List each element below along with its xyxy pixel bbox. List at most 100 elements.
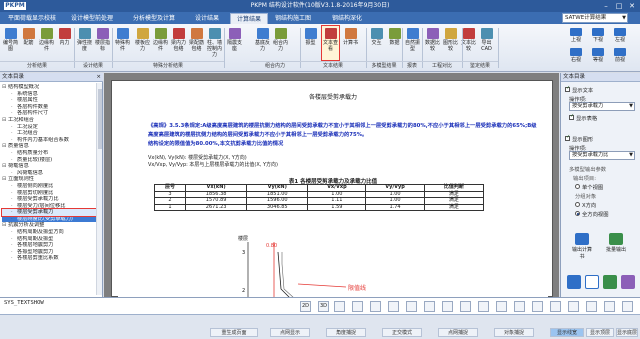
ribbon-button-7[interactable]: 楼板应力 (134, 26, 151, 60)
ribbon-button-18[interactable]: 交互 (368, 26, 385, 60)
ribbon-button-6[interactable]: 特殊构件 (114, 26, 131, 60)
ribbon-button-10[interactable]: 梁配筋包络 (188, 26, 205, 60)
status-toggle-5[interactable]: 对象捕捉 (494, 328, 534, 337)
output-button-1[interactable]: 批量输出 (605, 233, 627, 255)
status-toggle-7[interactable]: 显示顶层 (586, 328, 614, 337)
status-toggle-0[interactable]: 重生成页面 (210, 328, 258, 337)
ribbon-button-16[interactable]: 文本查看 (321, 25, 340, 61)
ribbon-button-20[interactable]: 自然振型 (404, 26, 421, 60)
tree-item[interactable]: ⊟ 立面规则性 (2, 176, 96, 183)
x-direction-radio[interactable]: X方向 (575, 201, 596, 209)
drawing-tool-icon[interactable] (442, 301, 453, 312)
ribbon-button-21[interactable]: 数据比较 (424, 26, 441, 60)
view-button-1[interactable]: 下视 (588, 28, 608, 43)
tree-item[interactable]: · 构件内力基本组合系数 (2, 137, 96, 144)
status-toggle-1[interactable]: 点网显示 (270, 328, 310, 337)
status-toggle-8[interactable]: 显示底层 (616, 328, 638, 337)
excel-export-icon[interactable] (603, 275, 617, 289)
single-view-radio[interactable]: 单个视图 (575, 183, 603, 191)
tree-item[interactable]: · 质量比较(楼层) (2, 157, 96, 164)
tab-6[interactable]: 钢结构深化 (318, 13, 376, 24)
drawing-tool-icon[interactable] (370, 301, 381, 312)
ribbon-button-5[interactable]: 楼层指标 (94, 26, 111, 60)
tree-item[interactable]: ⊟ 工况和组合 (2, 117, 96, 124)
tree-item[interactable]: ⊟ 抗震分析及调整 (2, 222, 96, 229)
tree-item[interactable]: · 各振型地震剪力 (2, 249, 96, 256)
tree-item[interactable]: · 各层构件数量 (2, 104, 96, 111)
ribbon-button-14[interactable]: 组合内力 (272, 26, 289, 60)
zoom-icon[interactable] (567, 275, 581, 289)
tree-item[interactable]: · 结构周期及振型 (2, 236, 96, 243)
tree-item[interactable]: · 楼层侧向刚度比 (2, 183, 96, 190)
tree-item[interactable]: · 楼层受剪承载力比 (2, 196, 96, 203)
drawing-tool-icon[interactable] (496, 301, 507, 312)
tree-item[interactable]: · 楼层属性 (2, 97, 96, 104)
ribbon-button-1[interactable]: 配筋 (20, 26, 37, 60)
ribbon-button-8[interactable]: 边缘构件 (152, 26, 169, 60)
view-button-4[interactable]: 等视 (588, 48, 608, 63)
ribbon-button-4[interactable]: 弹性挠度 (76, 26, 93, 60)
drawing-tool-icon[interactable] (532, 301, 543, 312)
tree-item[interactable]: · 楼层受剪承载力 (1, 208, 97, 217)
show-graph-checkbox[interactable]: 显示图形 (565, 134, 593, 143)
all-direction-radio[interactable]: 全方向视图 (575, 210, 609, 218)
minimize-icon[interactable]: – (600, 1, 612, 11)
ribbon-button-19[interactable]: 数据 (386, 26, 403, 60)
ribbon-button-3[interactable]: 内力 (56, 26, 73, 60)
drawing-tool-icon[interactable] (388, 301, 399, 312)
ribbon-button-17[interactable]: 计算书 (342, 26, 359, 60)
tab-5[interactable]: 钢结构施工图 (270, 13, 316, 24)
tree-item[interactable]: ⊟ 质量信息 (2, 143, 96, 150)
close-icon[interactable]: ✕ (626, 1, 638, 11)
tree-item[interactable]: · 楼层刚度比(受剪承载力) (2, 215, 96, 223)
ribbon-button-24[interactable]: 导出CAD (478, 26, 495, 60)
view-button-3[interactable]: 右视 (566, 48, 586, 63)
scroll-thumb[interactable] (98, 89, 102, 149)
print-icon[interactable] (621, 275, 635, 289)
drawing-tool-icon[interactable] (352, 301, 363, 312)
tree-item[interactable]: · 楼层剪切刚度比 (2, 190, 96, 197)
status-toggle-4[interactable]: 点网捕捉 (438, 328, 478, 337)
drawing-tool-icon[interactable] (460, 301, 471, 312)
ribbon-button-2[interactable]: 边缘构件 (38, 26, 55, 60)
tab-1[interactable]: 设计模型前处理 (62, 13, 122, 24)
show-text-checkbox[interactable]: 显示文本 (565, 85, 593, 94)
tab-3[interactable]: 设计结果 (186, 13, 228, 24)
ribbon-button-12[interactable]: 隔震支座 (226, 26, 243, 60)
view-button-2[interactable]: 左视 (610, 28, 630, 43)
drawing-tool-icon[interactable] (424, 301, 435, 312)
drawing-tool-icon[interactable] (334, 301, 345, 312)
ribbon-button-13[interactable]: 基底反力 (254, 26, 271, 60)
tab-2[interactable]: 分析模型及计算 (124, 13, 184, 24)
drawing-tool-icon[interactable] (568, 301, 579, 312)
ribbon-button-11[interactable]: 柱、墙控制内力 (206, 26, 223, 60)
op-select[interactable]: 按受剪承载力 ▼ (569, 102, 635, 111)
result-source-select[interactable]: SATWE计算结果 ▼ (562, 13, 628, 23)
word-export-icon[interactable] (585, 275, 599, 289)
ribbon-button-22[interactable]: 图形比较 (442, 26, 459, 60)
drawing-tool-icon[interactable] (478, 301, 489, 312)
drawing-tool-icon[interactable] (622, 301, 633, 312)
tree-item[interactable]: · 结构质量分布 (2, 150, 96, 157)
tab-0[interactable]: 平面荷载显示校核 (4, 13, 60, 24)
vertical-scrollbar[interactable] (96, 83, 102, 295)
ribbon-button-9[interactable]: 梁内力包络 (170, 26, 187, 60)
view-button-5[interactable]: 前视 (610, 48, 630, 63)
tree-item[interactable]: · 工况设定 (2, 124, 96, 131)
output-button-0[interactable]: 输出计算书 (571, 233, 593, 260)
drawing-tool-icon[interactable] (586, 301, 597, 312)
close-icon[interactable]: × (96, 73, 101, 82)
drawing-tool-icon[interactable] (550, 301, 561, 312)
tree-item[interactable]: · 各层构件尺寸 (2, 110, 96, 117)
view-mode-2d-icon[interactable]: 2D (300, 301, 311, 312)
ribbon-button-15[interactable]: 振型 (302, 26, 319, 60)
status-toggle-2[interactable]: 角度捕捉 (326, 328, 366, 337)
tree-item[interactable]: · 风荷载信息 (2, 170, 96, 177)
maximize-icon[interactable]: □ (613, 1, 625, 11)
tree-item[interactable]: ⊟ 结构模型概况 (2, 84, 96, 91)
tab-4[interactable]: 计算结果 (230, 13, 268, 24)
graph-op-select[interactable]: 按受剪承载力比 ▼ (569, 151, 635, 160)
tree-item[interactable]: · 各楼层剪重比系数 (2, 255, 96, 262)
view-mode-3d-icon[interactable]: 3D (318, 301, 329, 312)
status-toggle-6[interactable]: 显示线宽 (550, 328, 584, 337)
